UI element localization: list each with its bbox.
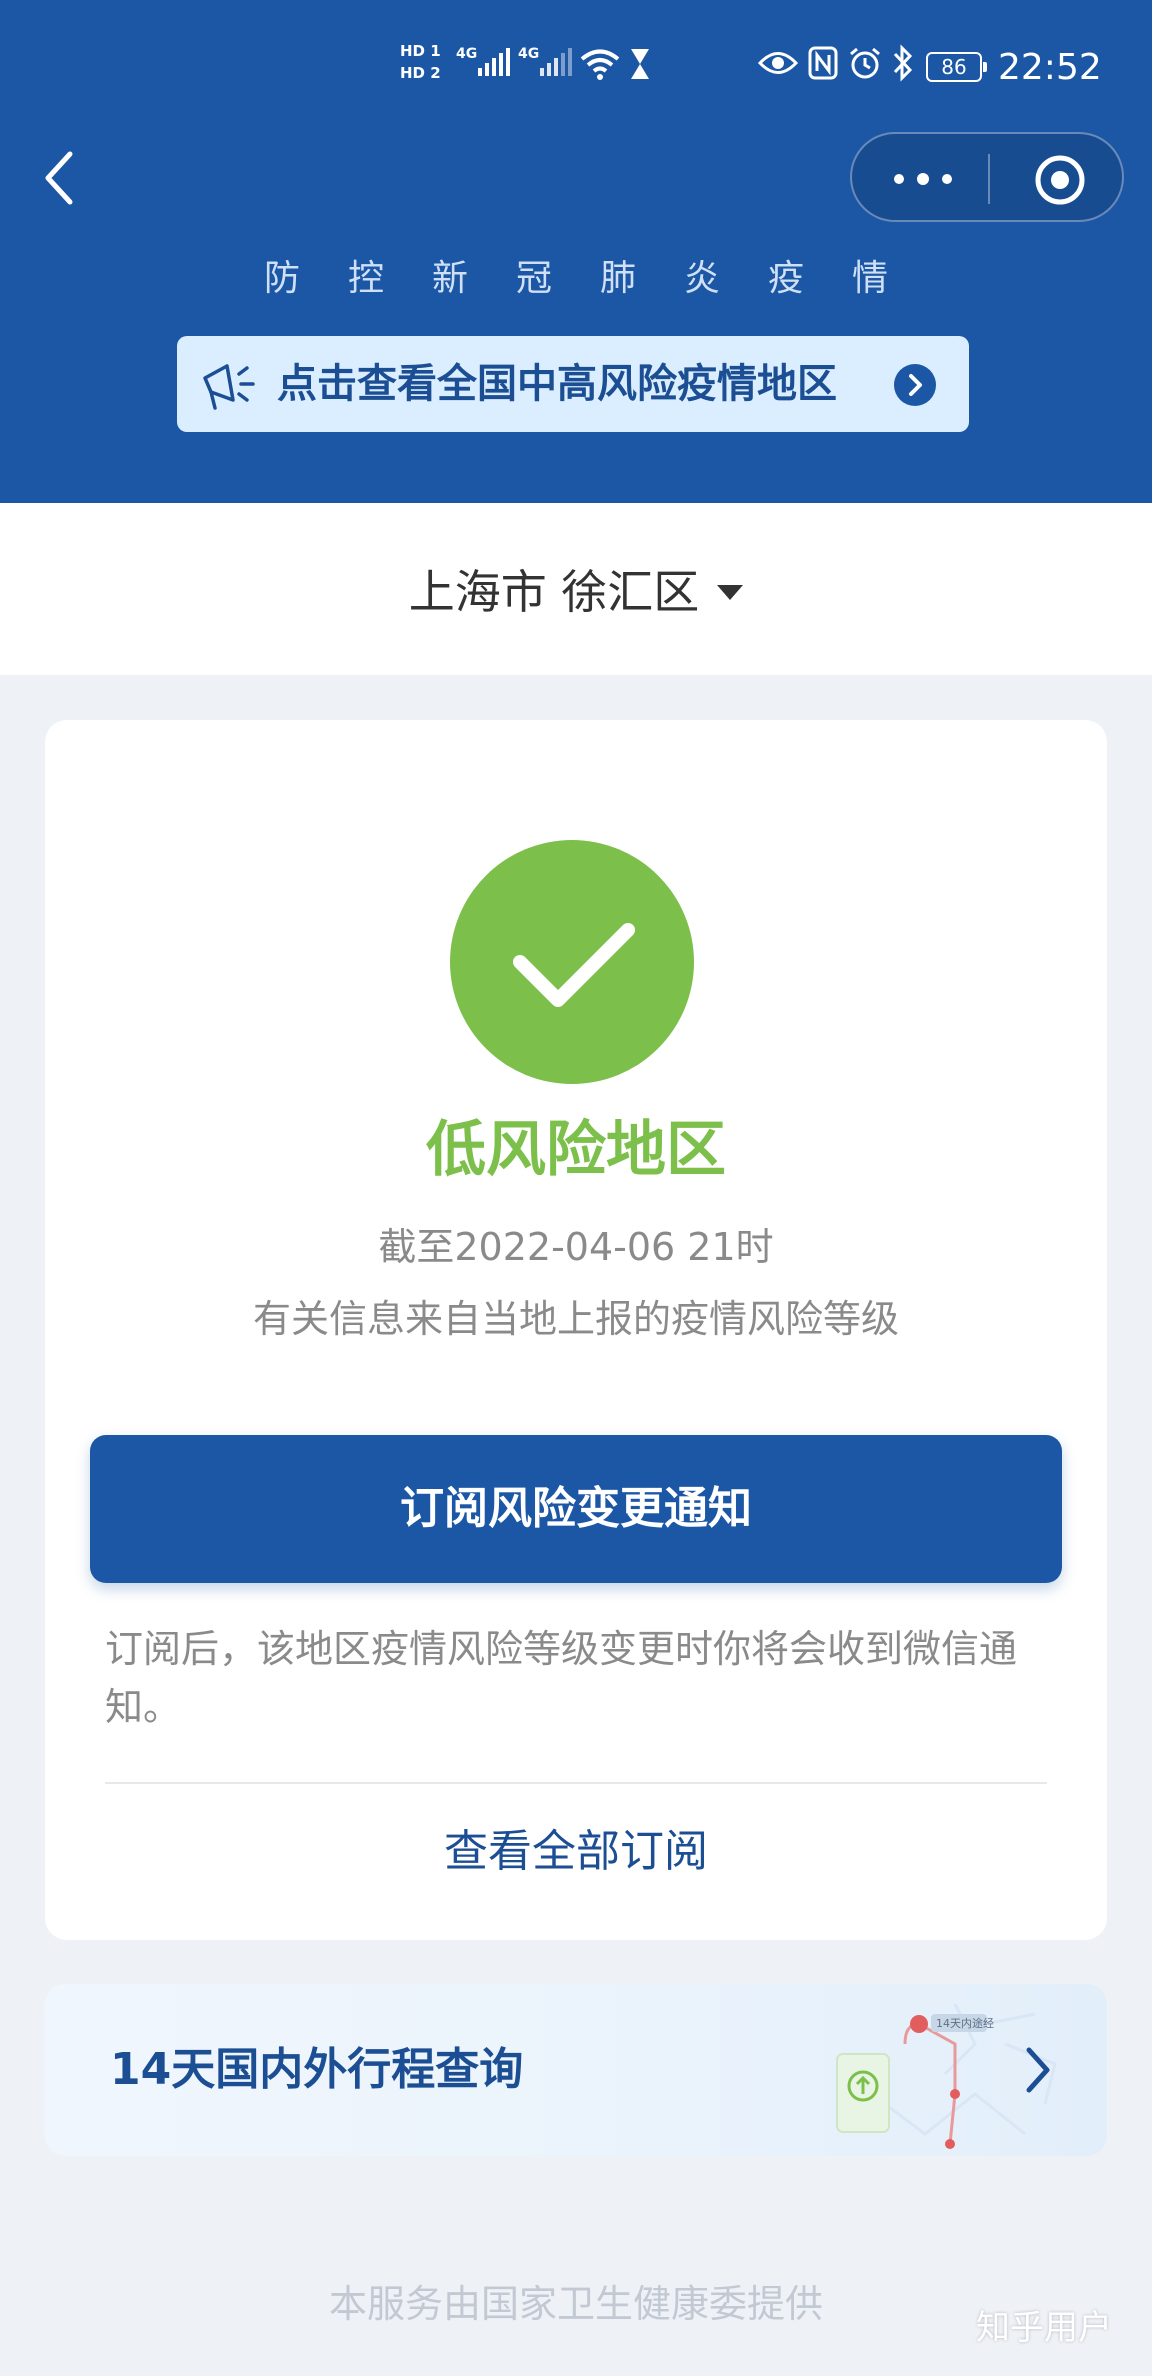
close-mini-program-button[interactable] bbox=[1034, 154, 1086, 206]
travel-query-title: 14天国内外行程查询 bbox=[110, 2044, 524, 2095]
divider bbox=[105, 1782, 1047, 1784]
page: HD 1 HD 2 4G 4G 86 22:52 防控新冠肺炎疫情 点击查看全国… bbox=[0, 0, 1152, 2376]
megaphone-icon bbox=[203, 364, 255, 410]
region-selector[interactable]: 上海市 徐汇区 bbox=[0, 503, 1152, 675]
network-type-2: 4G bbox=[518, 46, 540, 62]
clock: 22:52 bbox=[998, 47, 1102, 88]
status-bar: HD 1 HD 2 4G 4G 86 22:52 bbox=[0, 36, 1152, 100]
nfc-icon bbox=[808, 46, 838, 80]
more-dots-icon bbox=[894, 174, 904, 184]
header: HD 1 HD 2 4G 4G 86 22:52 防控新冠肺炎疫情 点击查看全国… bbox=[0, 0, 1152, 503]
hourglass-icon bbox=[631, 49, 649, 79]
alarm-icon bbox=[850, 47, 880, 79]
as-of-timestamp: 截至2022-04-06 21时 bbox=[378, 1225, 774, 1269]
risk-status-badge bbox=[450, 840, 694, 1084]
watermark: 知乎用户 bbox=[976, 2308, 1112, 2348]
signal-icon bbox=[478, 48, 510, 76]
wifi-icon bbox=[580, 49, 620, 80]
header-subtitle: 防控新冠肺炎疫情 bbox=[263, 258, 936, 299]
subscribe-description: 订阅后，该地区疫情风险等级变更时你将会收到微信通知。 bbox=[105, 1627, 1018, 1729]
subscribe-risk-change-button[interactable]: 订阅风险变更通知 bbox=[90, 1435, 1062, 1583]
risk-level-text: 低风险地区 bbox=[426, 1115, 726, 1185]
chevron-right-icon bbox=[909, 374, 922, 396]
eye-icon bbox=[758, 52, 798, 74]
sim2-label: HD 2 bbox=[400, 64, 441, 82]
battery-indicator: 86 bbox=[926, 52, 987, 82]
caret-down-icon bbox=[717, 584, 744, 600]
banner-text: 点击查看全国中高风险疫情地区 bbox=[277, 361, 837, 407]
chevron-left-icon bbox=[45, 151, 73, 205]
region-label: 上海市 徐汇区 bbox=[408, 565, 700, 619]
mini-program-capsule bbox=[850, 132, 1124, 222]
sim-indicators: HD 1 HD 2 bbox=[400, 40, 441, 84]
travel-history-query-card[interactable]: 14天国内外行程查询 14天内途经 bbox=[45, 1984, 1107, 2156]
back-button[interactable] bbox=[40, 150, 80, 206]
risk-level-card: 低风险地区 截至2022-04-06 21时 有关信息来自当地上报的疫情风险等级… bbox=[45, 720, 1107, 1940]
region-selector-bar: 上海市 徐汇区 bbox=[0, 503, 1152, 675]
source-note: 有关信息来自当地上报的疫情风险等级 bbox=[252, 1297, 899, 1341]
network-type-1: 4G bbox=[456, 46, 478, 62]
chevron-right-icon bbox=[1026, 2047, 1050, 2093]
more-button[interactable] bbox=[882, 154, 962, 204]
signal-icon-2 bbox=[540, 48, 572, 76]
view-all-subscriptions-link[interactable]: 查看全部订阅 bbox=[45, 1820, 1107, 1884]
travel-map-tag: 14天内途经 bbox=[936, 2016, 994, 2030]
banner-arrow bbox=[894, 364, 936, 406]
sim1-label: HD 1 bbox=[400, 42, 441, 60]
checkmark-icon bbox=[513, 923, 635, 1007]
high-risk-areas-banner[interactable]: 点击查看全国中高风险疫情地区 bbox=[177, 336, 969, 432]
bluetooth-icon bbox=[893, 44, 913, 82]
